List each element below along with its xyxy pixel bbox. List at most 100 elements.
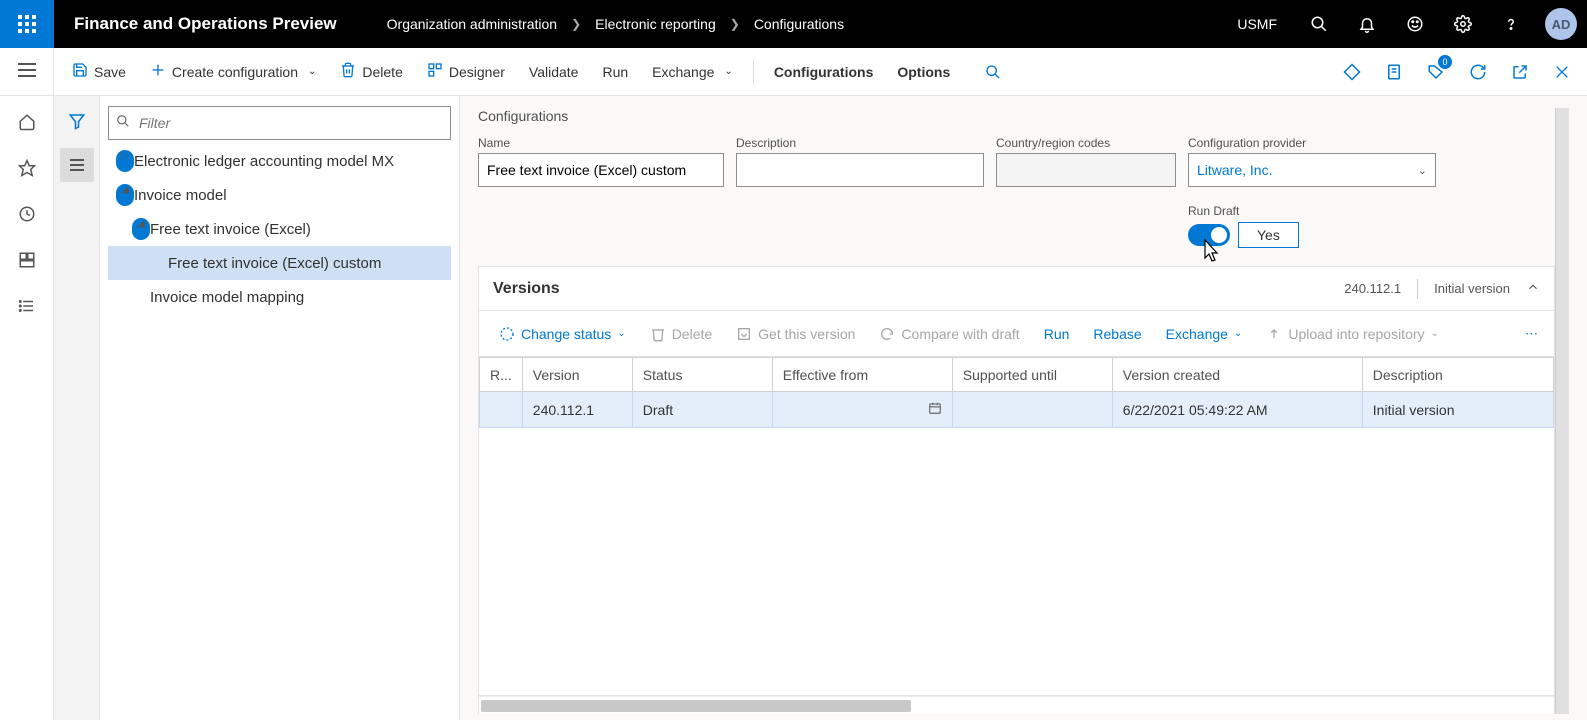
refresh-button[interactable] <box>1459 53 1497 91</box>
provider-select[interactable]: Litware, Inc. ⌄ <box>1188 153 1436 187</box>
close-button[interactable] <box>1543 53 1581 91</box>
bell-icon <box>1358 15 1376 33</box>
description-label: Description <box>736 136 984 150</box>
help-button[interactable] <box>1487 0 1535 48</box>
separator <box>753 59 754 85</box>
clock-icon <box>18 205 36 223</box>
create-configuration-button[interactable]: Create configuration⌄ <box>138 54 328 89</box>
options-tab[interactable]: Options <box>885 56 962 88</box>
messages-button[interactable]: 0 <box>1417 53 1455 91</box>
col-status[interactable]: Status <box>632 358 772 392</box>
description-input[interactable] <box>736 153 984 187</box>
chevron-down-icon: ⌄ <box>724 66 732 77</box>
diamond-icon <box>1343 63 1361 81</box>
designer-button[interactable]: Designer <box>415 54 517 89</box>
tree-node[interactable]: ◢Free text invoice (Excel) <box>108 212 451 246</box>
smiley-icon <box>1406 15 1424 33</box>
nav-toggle-button[interactable] <box>18 63 36 80</box>
popout-icon <box>1511 63 1529 81</box>
change-status-button[interactable]: Change status⌄ <box>489 320 636 348</box>
run-label: Run <box>602 64 628 80</box>
grid-icon <box>18 251 36 269</box>
tree-filter-input[interactable] <box>108 106 451 140</box>
compare-button: Compare with draft <box>869 320 1029 348</box>
versions-summary-desc: Initial version <box>1434 281 1510 296</box>
breadcrumb: Organization administration ❯ Electronic… <box>387 16 844 32</box>
search-icon <box>985 64 1001 80</box>
section-title: Configurations <box>478 108 1555 124</box>
notifications-button[interactable] <box>1343 0 1391 48</box>
col-effective-from[interactable]: Effective from <box>772 358 952 392</box>
home-button[interactable] <box>7 102 47 142</box>
company-label[interactable]: USMF <box>1219 16 1295 32</box>
versions-title: Versions <box>493 280 560 298</box>
collapse-section-button[interactable] <box>1526 280 1540 297</box>
modules-button[interactable] <box>7 286 47 326</box>
filter-icon <box>68 112 86 130</box>
settings-button[interactable] <box>1439 0 1487 48</box>
validate-label: Validate <box>529 64 579 80</box>
vertical-scrollbar[interactable] <box>1555 108 1569 714</box>
app-title: Finance and Operations Preview <box>74 14 337 34</box>
app-launcher-button[interactable] <box>0 0 54 48</box>
name-label: Name <box>478 136 724 150</box>
delete-button[interactable]: Delete <box>328 54 414 89</box>
tree-node-selected[interactable]: Free text invoice (Excel) custom <box>108 246 451 280</box>
attachments-button[interactable] <box>1333 53 1371 91</box>
col-description[interactable]: Description <box>1362 358 1553 392</box>
run-button[interactable]: Run <box>590 56 640 88</box>
more-button[interactable]: ⋯ <box>1519 320 1544 348</box>
provider-label: Configuration provider <box>1188 136 1436 150</box>
col-version-created[interactable]: Version created <box>1112 358 1362 392</box>
collapse-icon[interactable]: ◢ <box>116 184 134 206</box>
table-row[interactable]: 240.112.1 Draft 6/22/2021 05:49:22 AM In… <box>480 392 1554 428</box>
configurations-tab[interactable]: Configurations <box>762 56 886 88</box>
calendar-icon[interactable] <box>928 401 942 418</box>
tree-filter-button[interactable] <box>60 104 94 138</box>
validate-button[interactable]: Validate <box>517 56 591 88</box>
name-input[interactable] <box>478 153 724 187</box>
recents-button[interactable] <box>7 194 47 234</box>
chevron-down-icon: ⌄ <box>1431 328 1439 339</box>
breadcrumb-item[interactable]: Electronic reporting <box>595 16 716 32</box>
create-configuration-label: Create configuration <box>172 64 298 80</box>
run-draft-toggle[interactable] <box>1188 224 1230 246</box>
hamburger-icon <box>18 63 36 77</box>
tree-node[interactable]: ◢Invoice model <box>108 178 451 212</box>
versions-summary-version: 240.112.1 <box>1344 281 1401 296</box>
save-button[interactable]: Save <box>60 54 138 89</box>
feedback-button[interactable] <box>1391 0 1439 48</box>
col-r[interactable]: R... <box>480 358 523 392</box>
tree-node[interactable]: ▷Electronic ledger accounting model MX <box>108 144 451 178</box>
chevron-up-icon <box>1526 280 1540 294</box>
designer-icon <box>427 62 443 81</box>
popout-button[interactable] <box>1501 53 1539 91</box>
expand-icon[interactable]: ▷ <box>116 150 134 172</box>
col-supported-until[interactable]: Supported until <box>952 358 1112 392</box>
version-exchange-button[interactable]: Exchange⌄ <box>1156 320 1253 348</box>
tree-node[interactable]: Invoice model mapping <box>108 280 451 314</box>
favorites-button[interactable] <box>7 148 47 188</box>
exchange-button[interactable]: Exchange⌄ <box>640 56 745 88</box>
collapse-icon[interactable]: ◢ <box>132 218 150 240</box>
horizontal-scrollbar[interactable] <box>479 696 1554 714</box>
chevron-down-icon: ⌄ <box>1418 164 1427 177</box>
download-icon <box>736 326 752 342</box>
rebase-button[interactable]: Rebase <box>1083 320 1151 348</box>
workspaces-button[interactable] <box>7 240 47 280</box>
gear-icon <box>1454 15 1472 33</box>
search-action-button[interactable] <box>974 53 1012 91</box>
breadcrumb-item[interactable]: Organization administration <box>387 16 557 32</box>
search-icon <box>116 114 130 131</box>
status-icon <box>499 326 515 342</box>
office-button[interactable] <box>1375 53 1413 91</box>
list-icon <box>18 297 36 315</box>
version-run-button[interactable]: Run <box>1034 320 1080 348</box>
save-icon <box>72 62 88 81</box>
search-button[interactable] <box>1295 0 1343 48</box>
user-avatar[interactable]: AD <box>1545 8 1577 40</box>
breadcrumb-item[interactable]: Configurations <box>754 16 844 32</box>
tree-list-button[interactable] <box>60 148 94 182</box>
col-version[interactable]: Version <box>522 358 632 392</box>
star-icon <box>18 159 36 177</box>
